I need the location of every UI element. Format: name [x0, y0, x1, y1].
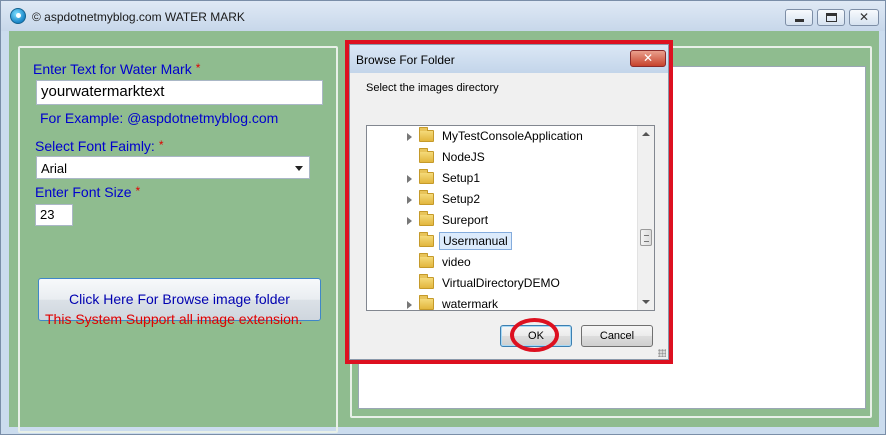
folder-name: Sureport [442, 213, 489, 227]
support-note: This System Support all image extension. [45, 311, 303, 327]
scroll-down-icon[interactable] [642, 300, 650, 304]
watermark-text-label: Enter Text for Water Mark * [33, 61, 200, 77]
example-label: For Example: @aspdotnetmyblog.com [40, 110, 279, 126]
watermark-text-label-text: Enter Text for Water Mark [33, 61, 192, 77]
folder-item[interactable]: video [367, 252, 637, 273]
folder-item[interactable]: MyTestConsoleApplication [367, 126, 637, 147]
folder-item[interactable]: NodeJS [367, 147, 637, 168]
font-family-label: Select Font Faimly: * [35, 138, 164, 154]
font-size-input[interactable]: 23 [35, 204, 73, 226]
font-family-label-text: Select Font Faimly: [35, 138, 155, 154]
folder-item[interactable]: Sureport [367, 210, 637, 231]
cancel-button[interactable]: Cancel [581, 325, 653, 347]
dialog-title-bar[interactable]: Browse For Folder ✕ [350, 45, 668, 73]
close-icon: ✕ [858, 10, 870, 24]
folder-tree[interactable]: MyTestConsoleApplication NodeJS Setup1 Setu… [366, 125, 655, 311]
folder-icon [419, 190, 434, 205]
app-icon [10, 8, 26, 24]
folder-icon [419, 127, 434, 142]
minimize-icon [795, 19, 804, 22]
font-size-label: Enter Font Size * [35, 184, 140, 200]
folder-name: video [442, 255, 471, 269]
folder-name: MyTestConsoleApplication [442, 129, 583, 143]
scroll-up-icon[interactable] [642, 132, 650, 136]
folder-item[interactable]: Usermanual [367, 231, 637, 252]
required-marker: * [195, 61, 201, 75]
ok-highlight-circle [510, 318, 559, 352]
browse-folder-dialog: Browse For Folder ✕ Select the images di… [349, 44, 669, 360]
folder-icon [419, 253, 434, 268]
folder-icon [419, 274, 434, 289]
resize-grip-icon[interactable] [658, 349, 666, 357]
folder-icon [419, 232, 434, 247]
folder-item[interactable]: VirtualDirectoryDEMO [367, 273, 637, 294]
required-marker: * [158, 138, 164, 152]
settings-panel: Enter Text for Water Mark * yourwatermark… [18, 46, 338, 433]
required-marker: * [135, 184, 141, 198]
maximize-button[interactable] [817, 9, 845, 26]
font-family-value: Arial [41, 161, 68, 176]
expand-arrow-icon[interactable] [407, 301, 412, 309]
close-button[interactable]: ✕ [849, 9, 879, 26]
close-icon: ✕ [642, 51, 654, 65]
folder-item[interactable]: Setup2 [367, 189, 637, 210]
folder-name: Setup1 [442, 171, 481, 185]
font-size-label-text: Enter Font Size [35, 184, 132, 200]
title-bar[interactable]: © aspdotnetmyblog.com WATER MARK ✕ [1, 1, 885, 31]
dialog-close-button[interactable]: ✕ [630, 50, 666, 67]
folder-name: VirtualDirectoryDEMO [442, 276, 560, 290]
folder-name: NodeJS [442, 150, 485, 164]
expand-arrow-icon[interactable] [407, 175, 412, 183]
font-family-select[interactable]: Arial [36, 156, 310, 179]
watermark-text-input[interactable]: yourwatermarktext [36, 80, 323, 105]
expand-arrow-icon[interactable] [407, 133, 412, 141]
folder-name: Usermanual [439, 232, 512, 250]
tree-scrollbar[interactable] [637, 126, 654, 310]
folder-item[interactable]: Setup1 [367, 168, 637, 189]
expand-arrow-icon[interactable] [407, 217, 412, 225]
window-title: © aspdotnetmyblog.com WATER MARK [32, 10, 245, 24]
chevron-down-icon [295, 166, 303, 171]
dialog-description: Select the images directory [366, 82, 499, 94]
folder-icon [419, 211, 434, 226]
folder-item[interactable]: watermark [367, 294, 637, 311]
scroll-thumb[interactable] [640, 229, 652, 246]
folder-name: Setup2 [442, 192, 481, 206]
minimize-button[interactable] [785, 9, 813, 26]
maximize-icon [826, 13, 837, 22]
folder-icon [419, 169, 434, 184]
folder-name: watermark [442, 297, 499, 311]
dialog-title: Browse For Folder [356, 53, 455, 67]
folder-icon [419, 295, 434, 310]
expand-arrow-icon[interactable] [407, 196, 412, 204]
folder-icon [419, 148, 434, 163]
